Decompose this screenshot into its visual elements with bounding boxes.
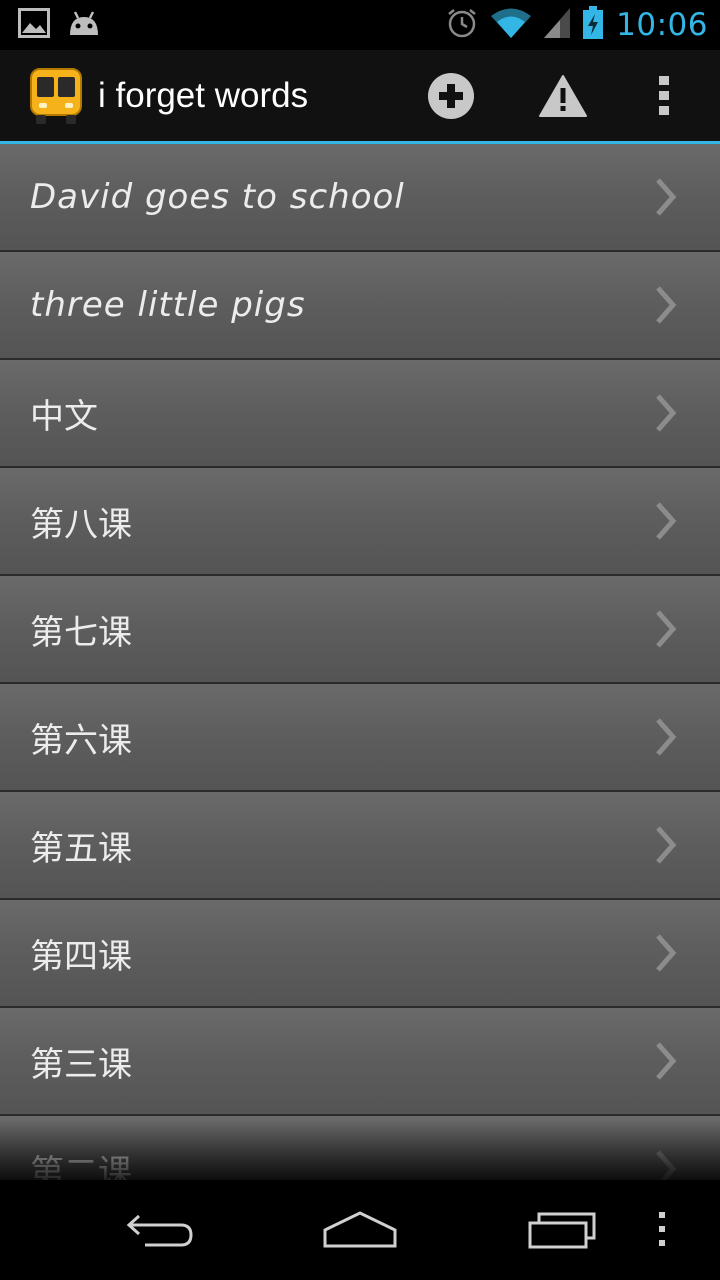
menu-icon [659, 1212, 665, 1246]
list-item-label: three little pigs [30, 285, 306, 325]
chevron-right-icon [646, 599, 686, 659]
add-icon [428, 72, 474, 119]
list-item[interactable]: three little pigs [0, 252, 720, 360]
chevron-right-icon [646, 167, 686, 227]
list-item[interactable]: 第三课 [0, 1008, 720, 1116]
home-button[interactable] [300, 1180, 420, 1280]
gallery-icon [18, 8, 50, 42]
recents-button[interactable] [502, 1180, 622, 1280]
status-bar: 10:06 [0, 0, 720, 50]
menu-button[interactable] [642, 1180, 682, 1280]
wifi-icon [490, 7, 532, 43]
chevron-right-icon [646, 1139, 686, 1180]
list-item-label: 第五课 [30, 828, 132, 869]
list-item-label: David goes to school [30, 177, 405, 217]
battery-charging-icon [582, 6, 604, 44]
app-title: i forget words [98, 75, 309, 115]
list-item[interactable]: 第七课 [0, 576, 720, 684]
list-item-label: 中文 [30, 396, 98, 437]
list-item[interactable]: 第八课 [0, 468, 720, 576]
warning-button[interactable] [532, 50, 594, 141]
chevron-right-icon [646, 491, 686, 551]
action-bar: i forget words [0, 50, 720, 144]
list-item[interactable]: David goes to school [0, 144, 720, 252]
navigation-bar [0, 1180, 720, 1280]
alarm-icon [446, 7, 478, 43]
recents-icon [528, 1212, 596, 1249]
chevron-right-icon [646, 1031, 686, 1091]
chevron-right-icon [646, 923, 686, 983]
signal-icon [544, 7, 571, 43]
back-icon [126, 1214, 193, 1247]
overflow-menu-icon [659, 75, 669, 115]
list-item[interactable]: 第二课 [0, 1116, 720, 1180]
list-item[interactable]: 第五课 [0, 792, 720, 900]
chevron-right-icon [646, 383, 686, 443]
list-item-label: 第七课 [30, 612, 132, 653]
list-item-label: 第三课 [30, 1044, 132, 1085]
back-button[interactable] [100, 1180, 220, 1280]
list-item[interactable]: 第四课 [0, 900, 720, 1008]
list-item-label: 第四课 [30, 936, 132, 977]
android-icon [66, 9, 102, 41]
chevron-right-icon [646, 707, 686, 767]
list-item-label: 第八课 [30, 504, 132, 545]
add-button[interactable] [420, 50, 482, 141]
chevron-right-icon [646, 275, 686, 335]
word-list[interactable]: David goes to school three little pigs 中… [0, 144, 720, 1180]
warning-icon [539, 74, 587, 117]
list-item-label: 第六课 [30, 720, 132, 761]
home-icon [323, 1211, 397, 1248]
bus-icon[interactable] [28, 66, 84, 126]
chevron-right-icon [646, 815, 686, 875]
list-item[interactable]: 第六课 [0, 684, 720, 792]
overflow-menu-button[interactable] [644, 50, 684, 141]
list-item[interactable]: 中文 [0, 360, 720, 468]
status-time: 10:06 [616, 7, 708, 43]
list-item-label: 第二课 [30, 1152, 132, 1181]
